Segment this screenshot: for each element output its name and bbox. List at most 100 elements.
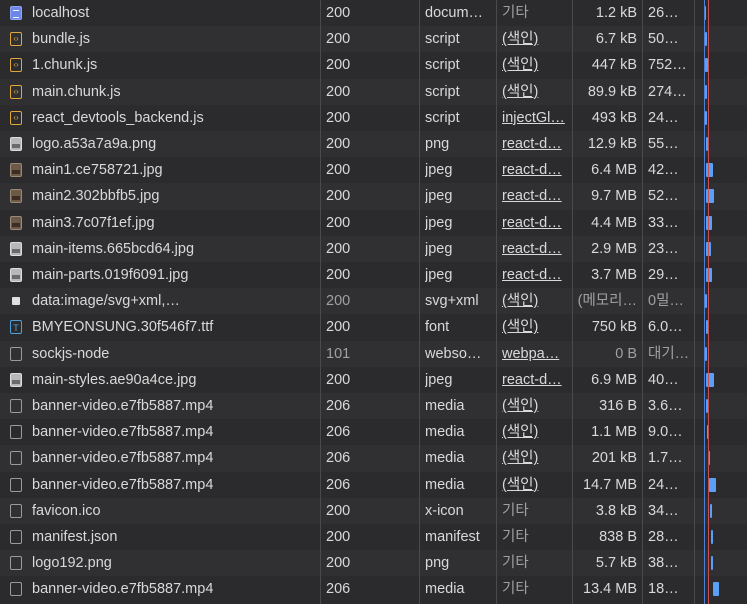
request-row[interactable]: main2.302bbfb5.jpg 200 jpeg react-d… 9.7 MB 5… bbox=[0, 183, 747, 210]
request-initiator-link[interactable]: webpa… bbox=[502, 341, 568, 367]
request-row[interactable]: banner-video.e7fb5887.mp4 206 media (색인) 14.… bbox=[0, 471, 747, 498]
request-row[interactable]: main-styles.ae90a4ce.jpg 200 jpeg react-d… 6… bbox=[0, 366, 747, 393]
request-row[interactable]: banner-video.e7fb5887.mp4 206 media (색인) 1.1… bbox=[0, 419, 747, 446]
request-name-cell[interactable]: react_devtools_backend.js bbox=[0, 105, 320, 131]
request-name-cell[interactable]: main1.ce758721.jpg bbox=[0, 157, 320, 183]
request-row[interactable]: main-parts.019f6091.jpg 200 jpeg react-d… 3.… bbox=[0, 262, 747, 289]
request-row[interactable]: logo.a53a7a9a.png 200 png react-d… 12.9 kB 55… bbox=[0, 131, 747, 158]
request-initiator-link[interactable]: react-d… bbox=[502, 157, 568, 183]
request-size: (메모리… bbox=[577, 293, 637, 310]
request-name-cell[interactable]: 1.chunk.js bbox=[0, 52, 320, 79]
waterfall-cell[interactable] bbox=[699, 498, 747, 524]
request-initiator-link[interactable]: react-d… bbox=[502, 262, 568, 288]
column-divider[interactable] bbox=[572, 0, 573, 604]
waterfall-cell[interactable] bbox=[699, 79, 747, 105]
request-status: 200 bbox=[326, 555, 351, 572]
waterfall-bar bbox=[705, 215, 713, 230]
request-row[interactable]: sockjs-node 101 webso… webpa… 0 B 대기… bbox=[0, 340, 747, 367]
request-initiator-link[interactable]: (색인) bbox=[502, 52, 568, 78]
waterfall-cell[interactable] bbox=[699, 52, 747, 78]
request-name-cell[interactable]: main-parts.019f6091.jpg bbox=[0, 262, 320, 288]
request-row[interactable]: localhost 200 docum… 기타 1.2 kB 26… bbox=[0, 0, 747, 27]
request-initiator-link[interactable]: (색인) bbox=[502, 472, 568, 498]
request-initiator-link[interactable]: (색인) bbox=[502, 288, 568, 314]
waterfall-cell[interactable] bbox=[699, 183, 747, 209]
request-name-cell[interactable]: banner-video.e7fb5887.mp4 bbox=[0, 419, 320, 445]
request-row[interactable]: manifest.json 200 manifest 기타 838 B 28… bbox=[0, 524, 747, 551]
request-initiator-link[interactable]: (색인) bbox=[502, 445, 568, 471]
waterfall-cell[interactable] bbox=[699, 393, 747, 419]
waterfall-cell[interactable] bbox=[699, 524, 747, 550]
request-initiator-link[interactable]: react-d… bbox=[502, 210, 568, 236]
request-initiator-link[interactable]: (색인) bbox=[502, 314, 568, 340]
waterfall-cell[interactable] bbox=[699, 131, 747, 157]
request-row[interactable]: main.chunk.js 200 script (색인) 89.9 kB 274… bbox=[0, 78, 747, 105]
request-status: 200 bbox=[326, 214, 351, 231]
request-initiator-link[interactable]: injectGl… bbox=[502, 105, 568, 131]
waterfall-cell[interactable] bbox=[699, 341, 747, 367]
request-name-cell[interactable]: logo192.png bbox=[0, 550, 320, 576]
request-row[interactable]: data:image/svg+xml,… 200 svg+xml (색인) (메모리… 0… bbox=[0, 288, 747, 315]
request-row[interactable]: main-items.665bcd64.jpg 200 jpeg react-d… 2.… bbox=[0, 235, 747, 262]
request-initiator-link[interactable]: (색인) bbox=[502, 419, 568, 445]
request-initiator-link[interactable]: (색인) bbox=[502, 393, 568, 419]
waterfall-cell[interactable] bbox=[699, 367, 747, 393]
request-name-cell[interactable]: manifest.json bbox=[0, 524, 320, 550]
column-divider[interactable] bbox=[694, 0, 695, 604]
request-name-cell[interactable]: main.chunk.js bbox=[0, 79, 320, 105]
request-row[interactable]: logo192.png 200 png 기타 5.7 kB 38… bbox=[0, 550, 747, 577]
request-row[interactable]: main1.ce758721.jpg 200 jpeg react-d… 6.4 MB 4… bbox=[0, 157, 747, 184]
waterfall-cell[interactable] bbox=[699, 26, 747, 52]
waterfall-cell[interactable] bbox=[699, 262, 747, 288]
request-initiator-link[interactable]: react-d… bbox=[502, 183, 568, 209]
column-divider[interactable] bbox=[642, 0, 643, 604]
request-initiator-link[interactable]: react-d… bbox=[502, 131, 568, 157]
waterfall-cell[interactable] bbox=[699, 314, 747, 340]
request-name-cell[interactable]: banner-video.e7fb5887.mp4 bbox=[0, 576, 320, 602]
blank-file-icon bbox=[10, 451, 22, 466]
request-status: 206 bbox=[326, 424, 351, 441]
request-name-cell[interactable]: sockjs-node bbox=[0, 341, 320, 367]
request-time: 752… bbox=[648, 57, 687, 74]
waterfall-cell[interactable] bbox=[699, 550, 747, 576]
waterfall-cell[interactable] bbox=[699, 472, 747, 498]
request-name-cell[interactable]: data:image/svg+xml,… bbox=[0, 288, 320, 314]
request-row[interactable]: banner-video.e7fb5887.mp4 206 media (색인) 316… bbox=[0, 393, 747, 420]
request-row[interactable]: banner-video.e7fb5887.mp4 206 media 기타 13.4 … bbox=[0, 576, 747, 603]
waterfall-cell[interactable] bbox=[699, 105, 747, 131]
request-name-cell[interactable]: banner-video.e7fb5887.mp4 bbox=[0, 472, 320, 498]
request-name-cell[interactable]: main-styles.ae90a4ce.jpg bbox=[0, 367, 320, 393]
waterfall-cell[interactable] bbox=[699, 236, 747, 262]
waterfall-cell[interactable] bbox=[699, 419, 747, 445]
column-divider[interactable] bbox=[320, 0, 321, 604]
waterfall-cell[interactable] bbox=[699, 210, 747, 236]
request-name-cell[interactable]: banner-video.e7fb5887.mp4 bbox=[0, 393, 320, 419]
request-row[interactable]: bundle.js 200 script (색인) 6.7 kB 50… bbox=[0, 26, 747, 53]
request-row[interactable]: 1.chunk.js 200 script (색인) 447 kB 752… bbox=[0, 52, 747, 79]
request-name-cell[interactable]: bundle.js bbox=[0, 26, 320, 52]
waterfall-cell[interactable] bbox=[699, 576, 747, 602]
request-initiator-link[interactable]: (색인) bbox=[502, 79, 568, 105]
request-name-cell[interactable]: logo.a53a7a9a.png bbox=[0, 131, 320, 157]
request-initiator-link[interactable]: react-d… bbox=[502, 367, 568, 393]
request-row[interactable]: favicon.ico 200 x-icon 기타 3.8 kB 34… bbox=[0, 497, 747, 524]
request-name-cell[interactable]: localhost bbox=[0, 0, 320, 26]
column-divider[interactable] bbox=[496, 0, 497, 604]
request-name-cell[interactable]: banner-video.e7fb5887.mp4 bbox=[0, 445, 320, 471]
request-name-cell[interactable]: BMYEONSUNG.30f546f7.ttf bbox=[0, 314, 320, 341]
request-row[interactable]: react_devtools_backend.js 200 script inject… bbox=[0, 104, 747, 131]
request-name-cell[interactable]: main2.302bbfb5.jpg bbox=[0, 183, 320, 209]
request-row[interactable]: banner-video.e7fb5887.mp4 206 media (색인) 201… bbox=[0, 445, 747, 472]
request-row[interactable]: main3.7c07f1ef.jpg 200 jpeg react-d… 4.4 MB 3… bbox=[0, 209, 747, 236]
request-row[interactable]: BMYEONSUNG.30f546f7.ttf 200 font (색인) 750 kB… bbox=[0, 314, 747, 341]
waterfall-cell[interactable] bbox=[699, 288, 747, 314]
request-name-cell[interactable]: main3.7c07f1ef.jpg bbox=[0, 210, 320, 236]
request-initiator-link[interactable]: (색인) bbox=[502, 26, 568, 52]
waterfall-cell[interactable] bbox=[699, 157, 747, 183]
waterfall-cell[interactable] bbox=[699, 0, 747, 26]
request-initiator-link[interactable]: react-d… bbox=[502, 236, 568, 262]
request-name-cell[interactable]: favicon.ico bbox=[0, 498, 320, 524]
waterfall-cell[interactable] bbox=[699, 445, 747, 471]
column-divider[interactable] bbox=[419, 0, 420, 604]
request-name-cell[interactable]: main-items.665bcd64.jpg bbox=[0, 236, 320, 262]
